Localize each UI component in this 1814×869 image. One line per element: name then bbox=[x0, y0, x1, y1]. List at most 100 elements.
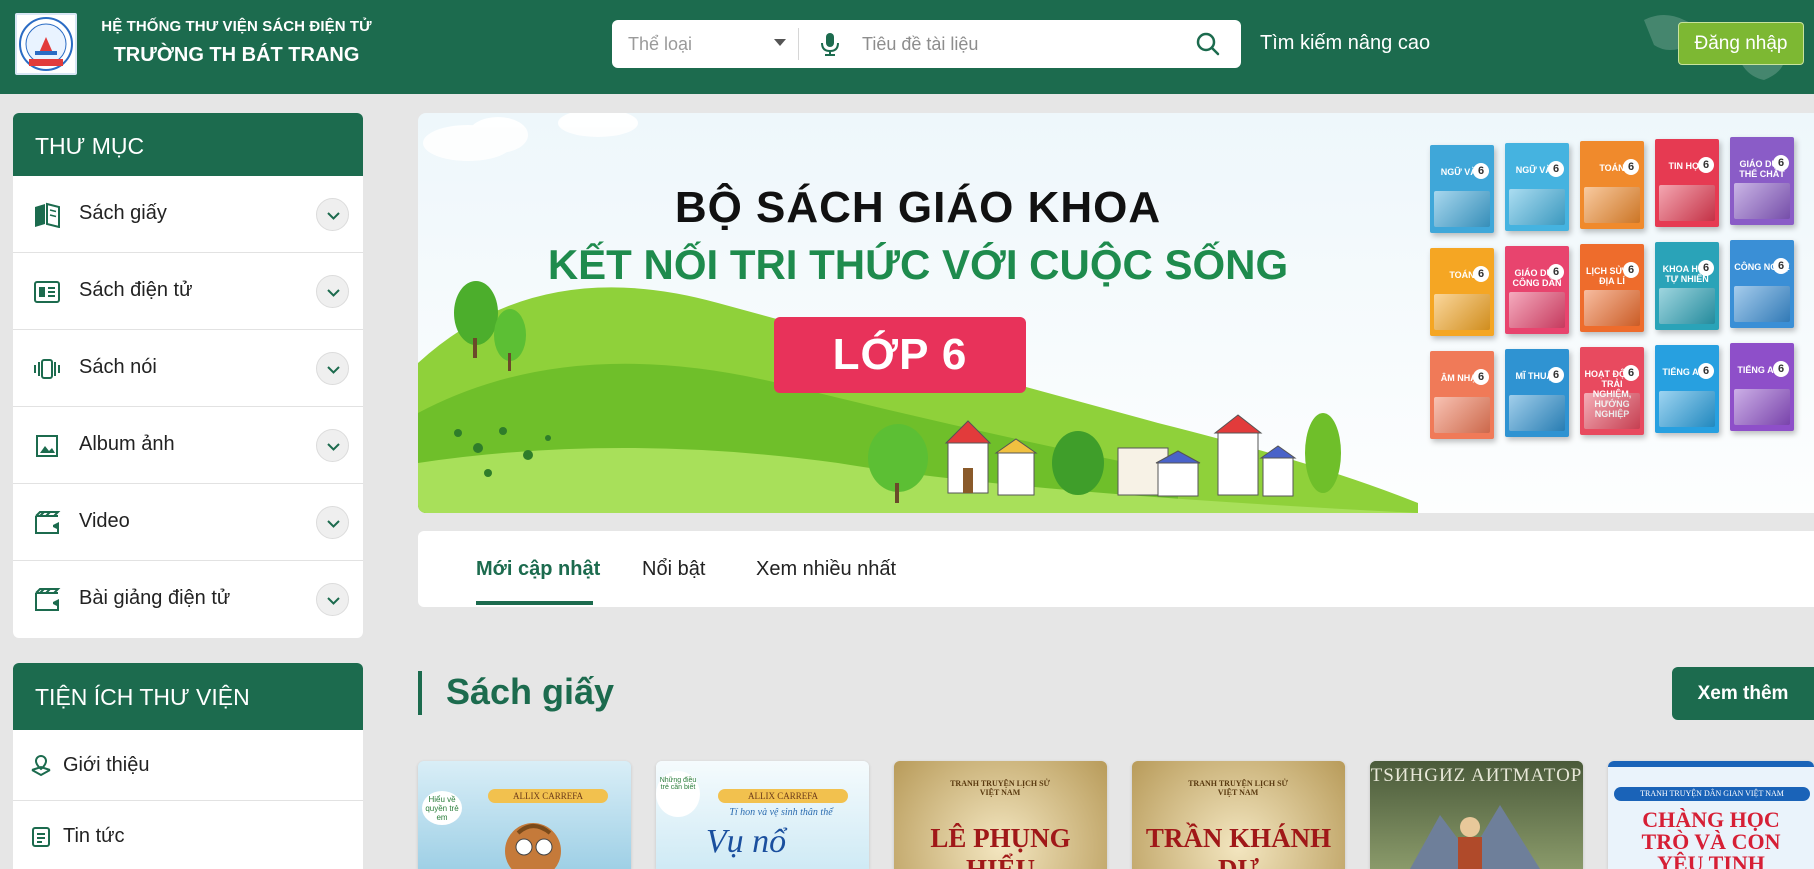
brand-system-name: HỆ THỐNG THƯ VIỆN SÁCH ĐIỆN TỬ bbox=[101, 18, 372, 35]
top-header: HỆ THỐNG THƯ VIỆN SÁCH ĐIỆN TỬ TRƯỜNG TH… bbox=[0, 0, 1814, 94]
banner-grade-badge: LỚP 6 bbox=[774, 317, 1026, 393]
textbook-cover: MĨ THUẬT 6 bbox=[1505, 349, 1569, 437]
book-cover-author: ALLIX CARREFA bbox=[718, 789, 848, 803]
textbook-grade-number: 6 bbox=[1773, 155, 1789, 171]
sidebar-item-introduction[interactable]: Giới thiệu bbox=[13, 730, 363, 801]
school-logo[interactable] bbox=[15, 13, 77, 75]
textbook-grade-number: 6 bbox=[1473, 369, 1489, 385]
directory-title: THƯ MỤC bbox=[13, 113, 363, 176]
category-select[interactable]: Thể loại bbox=[628, 20, 768, 68]
chevron-down-icon[interactable] bbox=[316, 275, 349, 308]
active-tab-indicator bbox=[476, 601, 593, 605]
book-cover-author: ТSИНGИZ AИТМАТОР bbox=[1370, 765, 1583, 786]
see-more-button[interactable]: Xem thêm bbox=[1672, 667, 1814, 720]
login-button[interactable]: Đăng nhập bbox=[1678, 22, 1804, 65]
textbook-grade-number: 6 bbox=[1473, 266, 1489, 282]
utilities-title: TIỆN ÍCH THƯ VIỆN bbox=[13, 663, 363, 730]
textbook-grade-number: 6 bbox=[1698, 157, 1714, 173]
book-cover-series: TRANH TRUYỆN DÂN GIAN VIỆT NAM bbox=[1614, 787, 1810, 801]
audio-book-icon bbox=[34, 359, 60, 379]
textbook-cover: GIÁO DỤC CÔNG DÂN 6 bbox=[1505, 246, 1569, 334]
search-icon[interactable] bbox=[1194, 30, 1222, 58]
book-card[interactable]: ТSИНGИZ AИТМАТОР bbox=[1370, 761, 1583, 869]
intro-icon bbox=[31, 754, 51, 777]
sidebar-item-ebooks[interactable]: Sách điện tử bbox=[13, 253, 363, 330]
textbook-cover-image bbox=[1509, 189, 1565, 225]
hero-banner[interactable]: BỘ SÁCH GIÁO KHOA KẾT NỐI TRI THỨC VỚI C… bbox=[418, 113, 1814, 513]
chevron-down-icon[interactable] bbox=[316, 429, 349, 462]
textbook-grade-number: 6 bbox=[1698, 363, 1714, 379]
book-cover-caption: Tí hon và vệ sinh thân thể bbox=[729, 807, 833, 818]
sidebar-item-photo-albums[interactable]: Album ảnh bbox=[13, 407, 363, 484]
book-cover-author: ALLIX CARREFA bbox=[488, 789, 608, 803]
textbook-cover: TIẾNG ANH 6 bbox=[1730, 343, 1794, 431]
search-bar: Thể loại bbox=[612, 20, 1241, 68]
book-card[interactable]: TRANH TRUYỆN LỊCH SỬ VIỆT NAM TRẦN KHÁNH… bbox=[1132, 761, 1345, 869]
book-cover-series: TRANH TRUYỆN LỊCH SỬ VIỆT NAM bbox=[1188, 779, 1288, 797]
sidebar-item-news[interactable]: Tin tức bbox=[13, 801, 363, 869]
textbook-cover: NGỮ VĂN 6 bbox=[1430, 145, 1494, 233]
textbook-cover-image bbox=[1509, 292, 1565, 328]
directory-panel: THƯ MỤC Sách giấy Sách điện tử Sách nói … bbox=[13, 113, 363, 638]
textbook-cover-image bbox=[1434, 191, 1490, 227]
chevron-down-icon[interactable] bbox=[774, 39, 786, 46]
textbook-grade-number: 6 bbox=[1473, 163, 1489, 179]
textbook-cover-image bbox=[1434, 397, 1490, 433]
search-input[interactable] bbox=[862, 28, 1182, 60]
tab-newly-updated[interactable]: Mới cập nhật bbox=[476, 558, 600, 581]
video-icon bbox=[35, 511, 61, 534]
microphone-icon[interactable] bbox=[816, 30, 844, 58]
sidebar-item-label: Giới thiệu bbox=[63, 754, 150, 776]
chevron-down-icon[interactable] bbox=[316, 583, 349, 616]
textbook-cover: NGỮ VĂN 6 bbox=[1505, 143, 1569, 231]
book-cover-illustration bbox=[1410, 805, 1540, 869]
sidebar-item-paper-books[interactable]: Sách giấy bbox=[13, 176, 363, 253]
textbook-cover: TIẾNG ANH 6 bbox=[1655, 345, 1719, 433]
textbook-cover-image bbox=[1509, 395, 1565, 431]
advanced-search-link[interactable]: Tìm kiếm nâng cao bbox=[1260, 32, 1430, 55]
textbook-cover: GIÁO DỤC THỂ CHẤT 6 bbox=[1730, 137, 1794, 225]
ebook-icon bbox=[34, 281, 60, 303]
sidebar-item-label: Sách nói bbox=[79, 356, 157, 378]
textbook-cover-image bbox=[1584, 187, 1640, 223]
book-cover-illustration bbox=[505, 823, 561, 869]
sidebar-item-video[interactable]: Video bbox=[13, 484, 363, 561]
image-icon bbox=[36, 435, 58, 457]
textbook-cover: TIN HỌC 6 bbox=[1655, 139, 1719, 227]
textbook-cover-image bbox=[1734, 389, 1790, 425]
textbook-grade-number: 6 bbox=[1548, 367, 1564, 383]
book-card[interactable]: ALLIX CARREFA Những điều trẻ cần biết Tí… bbox=[656, 761, 869, 869]
textbook-cover-image bbox=[1659, 288, 1715, 324]
textbook-grade-number: 6 bbox=[1623, 262, 1639, 278]
textbook-grade-number: 6 bbox=[1623, 159, 1639, 175]
chevron-down-icon[interactable] bbox=[316, 198, 349, 231]
book-cover-series-badge: Hiểu về quyền trẻ em bbox=[422, 791, 462, 825]
library-utilities-panel: TIỆN ÍCH THƯ VIỆN Giới thiệu Tin tức bbox=[13, 663, 363, 869]
textbook-grade-number: 6 bbox=[1773, 258, 1789, 274]
textbook-cover-image bbox=[1734, 286, 1790, 322]
textbook-grade-number: 6 bbox=[1773, 361, 1789, 377]
school-logo-graphic bbox=[19, 17, 73, 71]
sidebar-item-label: Video bbox=[79, 510, 130, 532]
book-open-icon bbox=[35, 202, 60, 228]
sidebar-item-label: Sách giấy bbox=[79, 202, 167, 224]
sidebar-item-audio-books[interactable]: Sách nói bbox=[13, 330, 363, 407]
chevron-down-icon[interactable] bbox=[316, 506, 349, 539]
textbook-cover: HOẠT ĐỘNG TRẢI NGHIỆM, HƯỚNG NGHIỆP6 bbox=[1580, 347, 1644, 435]
search-divider bbox=[798, 28, 799, 60]
book-card[interactable]: ALLIX CARREFA Hiểu về quyền trẻ em bbox=[418, 761, 631, 869]
book-cover-title: Vụ nổ bbox=[705, 823, 787, 860]
book-card[interactable]: TRANH TRUYỆN LỊCH SỬ VIỆT NAM LÊ PHỤNG H… bbox=[894, 761, 1107, 869]
tab-featured[interactable]: Nổi bật bbox=[642, 558, 705, 581]
banner-subtitle: KẾT NỐI TRI THỨC VỚI CUỘC SỐNG bbox=[547, 241, 1289, 288]
section-accent-bar bbox=[418, 671, 422, 715]
tab-most-viewed[interactable]: Xem nhiều nhất bbox=[756, 558, 896, 581]
site-brand[interactable]: HỆ THỐNG THƯ VIỆN SÁCH ĐIỆN TỬ TRƯỜNG TH… bbox=[94, 18, 379, 67]
chevron-down-icon[interactable] bbox=[316, 352, 349, 385]
book-card[interactable]: TRANH TRUYỆN DÂN GIAN VIỆT NAM CHÀNG HỌC… bbox=[1608, 761, 1814, 869]
section-title: Sách giấy bbox=[446, 671, 615, 712]
textbook-cover-image bbox=[1434, 294, 1490, 330]
sidebar-item-label: Tin tức bbox=[63, 825, 125, 847]
sidebar-item-e-lectures[interactable]: Bài giảng điện tử bbox=[13, 561, 363, 638]
content-tabs: Mới cập nhật Nổi bật Xem nhiều nhất bbox=[418, 531, 1814, 607]
